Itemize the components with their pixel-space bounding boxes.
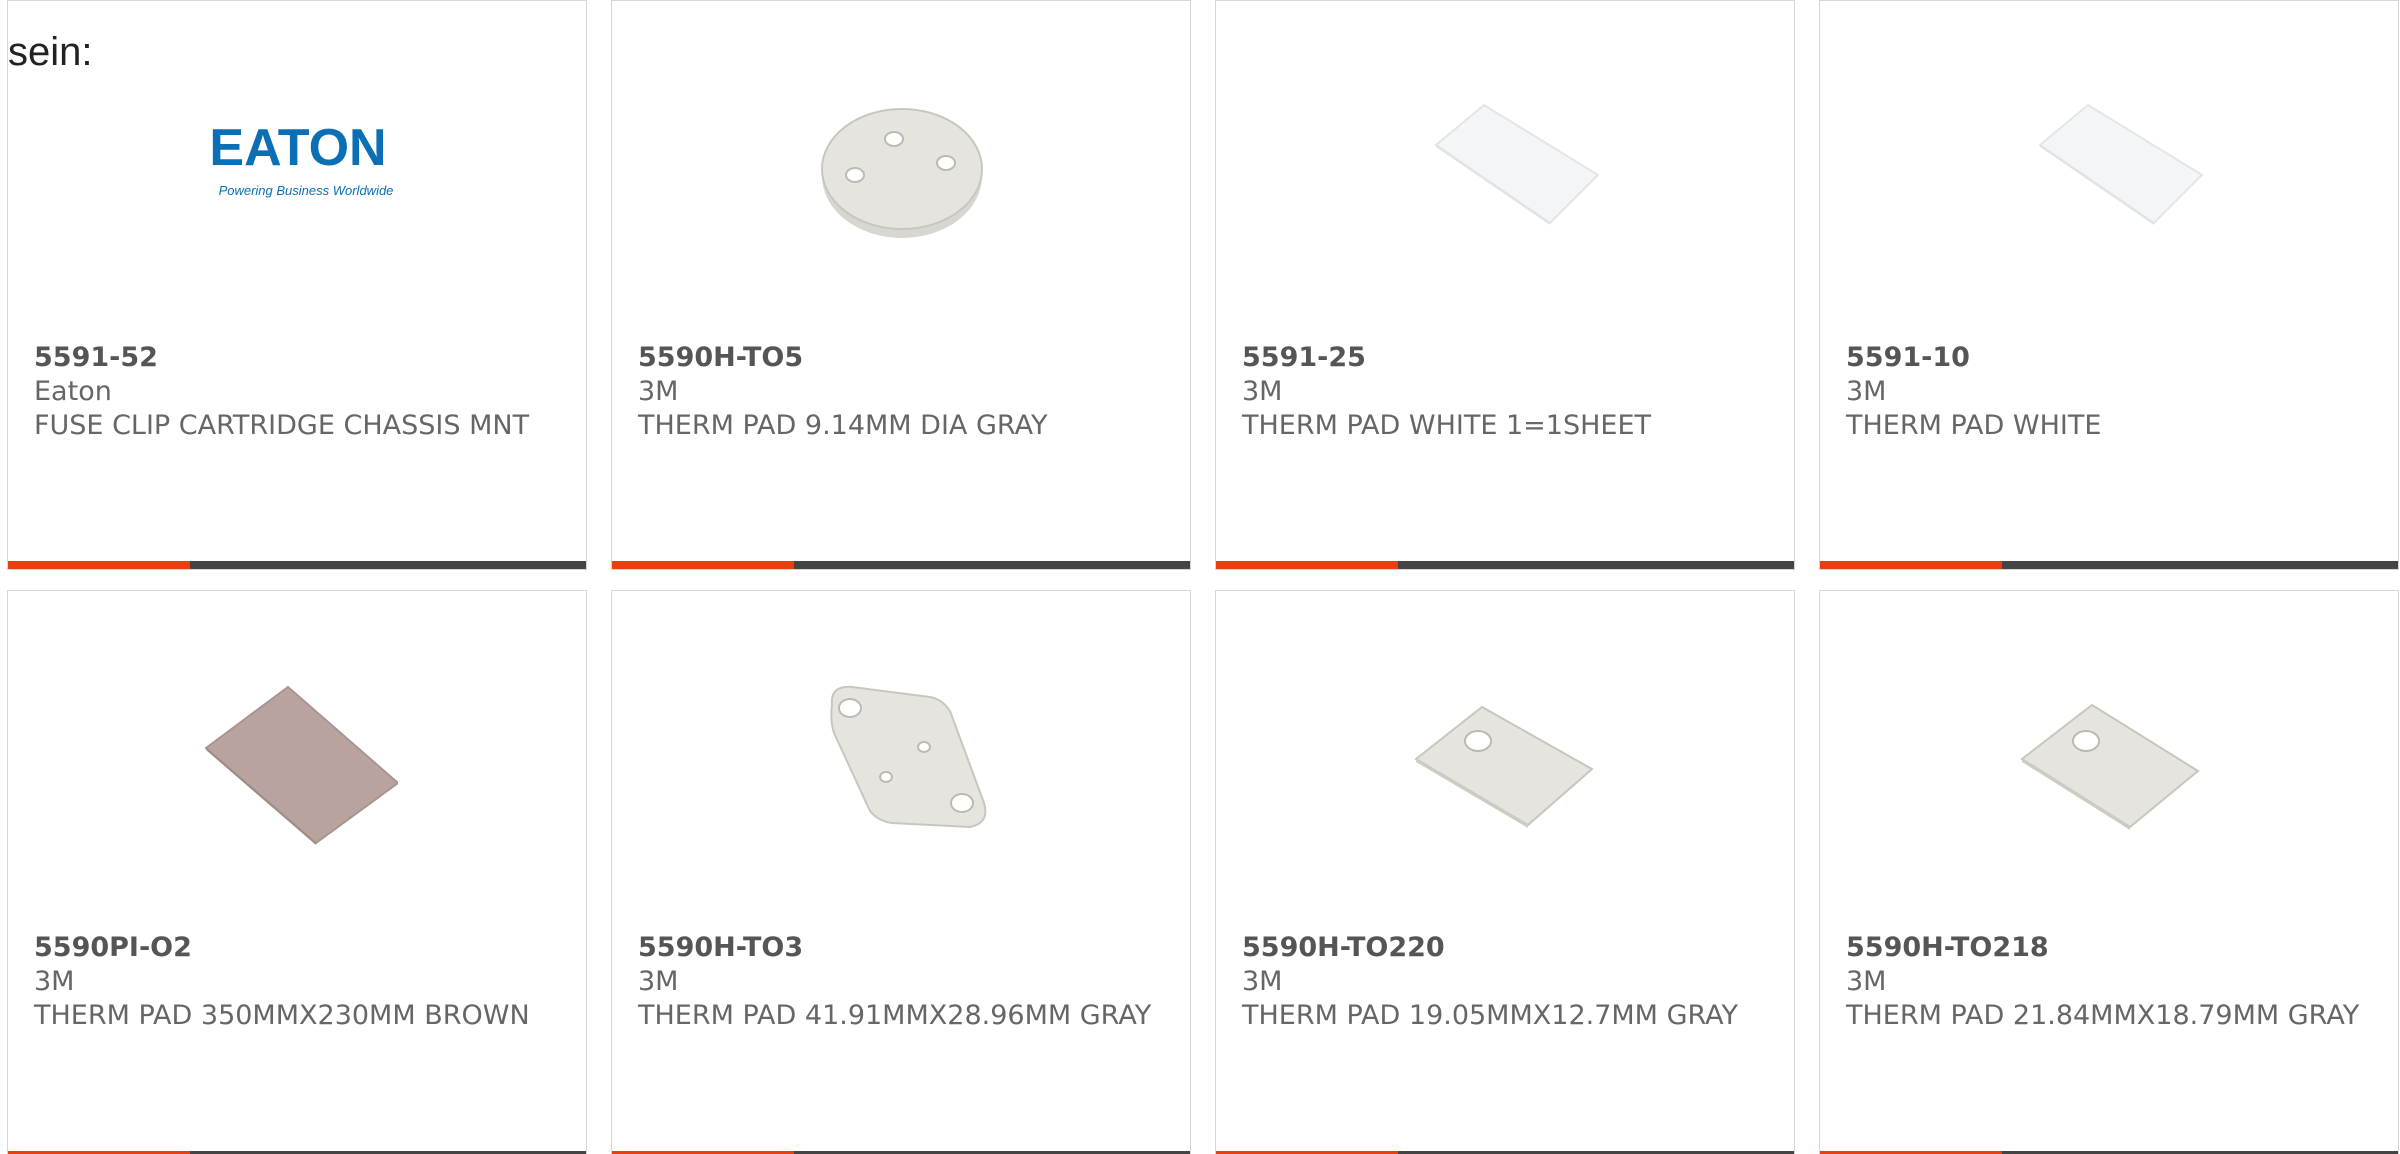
description: THERM PAD 9.14MM DIA GRAY [638,410,1048,441]
card-bottom-bar [612,561,1190,569]
part-number[interactable]: 5591-10 [1846,341,2366,375]
product-image-to3-gray-pad [802,663,1002,863]
product-info: 5590H-TO3 3M THERM PAD 41.91MMX28.96MM G… [638,931,1158,1033]
card-accent-bar [8,561,190,569]
product-image-round-gray-pad [802,73,1002,273]
product-info: 5591-52 Eaton FUSE CLIP CARTRIDGE CHASSI… [34,341,554,443]
part-number[interactable]: 5590H-TO5 [638,341,1158,375]
manufacturer: 3M [638,966,679,997]
product-card[interactable]: 5590H-TO5 3M THERM PAD 9.14MM DIA GRAY [611,0,1191,570]
product-info: 5591-25 3M THERM PAD WHITE 1=1SHEET [1242,341,1762,443]
manufacturer: 3M [34,966,75,997]
product-info: 5590H-TO218 3M THERM PAD 21.84MMX18.79MM… [1846,931,2366,1033]
description: FUSE CLIP CARTRIDGE CHASSIS MNT [34,410,530,441]
product-info: 5590H-TO220 3M THERM PAD 19.05MMX12.7MM … [1242,931,1762,1033]
part-number[interactable]: 5591-52 [34,341,554,375]
description: THERM PAD 19.05MMX12.7MM GRAY [1242,1000,1739,1031]
part-number[interactable]: 5590H-TO220 [1242,931,1762,965]
product-image-brown-sheet-pad [198,663,398,863]
product-card[interactable]: 5591-10 3M THERM PAD WHITE [1819,0,2399,570]
part-number[interactable]: 5590H-TO218 [1846,931,2366,965]
product-image-rect-gray-pad [1406,663,1606,863]
product-card[interactable]: 5590PI-O2 3M THERM PAD 350MMX230MM BROWN [7,590,587,1154]
manufacturer: 3M [1846,376,1887,407]
eaton-logo-word: EATON [209,119,386,177]
description: THERM PAD 41.91MMX28.96MM GRAY [638,1000,1152,1031]
card-bottom-bar [1820,561,2398,569]
product-image-eaton-logo: EATON Powering Business Worldwide [198,73,398,273]
product-grid-page: sein: EATON Powering Business Worldwide … [0,0,2400,1154]
product-card[interactable]: 5591-25 3M THERM PAD WHITE 1=1SHEET [1215,0,1795,570]
card-accent-bar [1216,561,1398,569]
product-image-white-sheet-pad [2010,73,2210,273]
description: THERM PAD WHITE [1846,410,2102,441]
manufacturer: 3M [638,376,679,407]
manufacturer: 3M [1242,966,1283,997]
intro-text: sein: [8,30,93,74]
product-card[interactable]: EATON Powering Business Worldwide 5591-5… [7,0,587,570]
manufacturer: Eaton [34,376,112,407]
description: THERM PAD 350MMX230MM BROWN [34,1000,530,1031]
product-card[interactable]: 5590H-TO220 3M THERM PAD 19.05MMX12.7MM … [1215,590,1795,1154]
card-bottom-bar [8,561,586,569]
card-accent-bar [1820,561,2002,569]
product-image-rect-gray-pad [2010,663,2210,863]
card-bottom-bar [1216,561,1794,569]
manufacturer: 3M [1242,376,1283,407]
part-number[interactable]: 5591-25 [1242,341,1762,375]
eaton-logo-tagline: Powering Business Worldwide [219,183,394,198]
manufacturer: 3M [1846,966,1887,997]
product-card[interactable]: 5590H-TO3 3M THERM PAD 41.91MMX28.96MM G… [611,590,1191,1154]
part-number[interactable]: 5590PI-O2 [34,931,554,965]
description: THERM PAD 21.84MMX18.79MM GRAY [1846,1000,2360,1031]
product-card[interactable]: 5590H-TO218 3M THERM PAD 21.84MMX18.79MM… [1819,590,2399,1154]
description: THERM PAD WHITE 1=1SHEET [1242,410,1652,441]
product-info: 5590H-TO5 3M THERM PAD 9.14MM DIA GRAY [638,341,1158,443]
product-info: 5591-10 3M THERM PAD WHITE [1846,341,2366,443]
part-number[interactable]: 5590H-TO3 [638,931,1158,965]
card-accent-bar [612,561,794,569]
product-image-white-sheet-pad [1406,73,1606,273]
product-info: 5590PI-O2 3M THERM PAD 350MMX230MM BROWN [34,931,554,1033]
